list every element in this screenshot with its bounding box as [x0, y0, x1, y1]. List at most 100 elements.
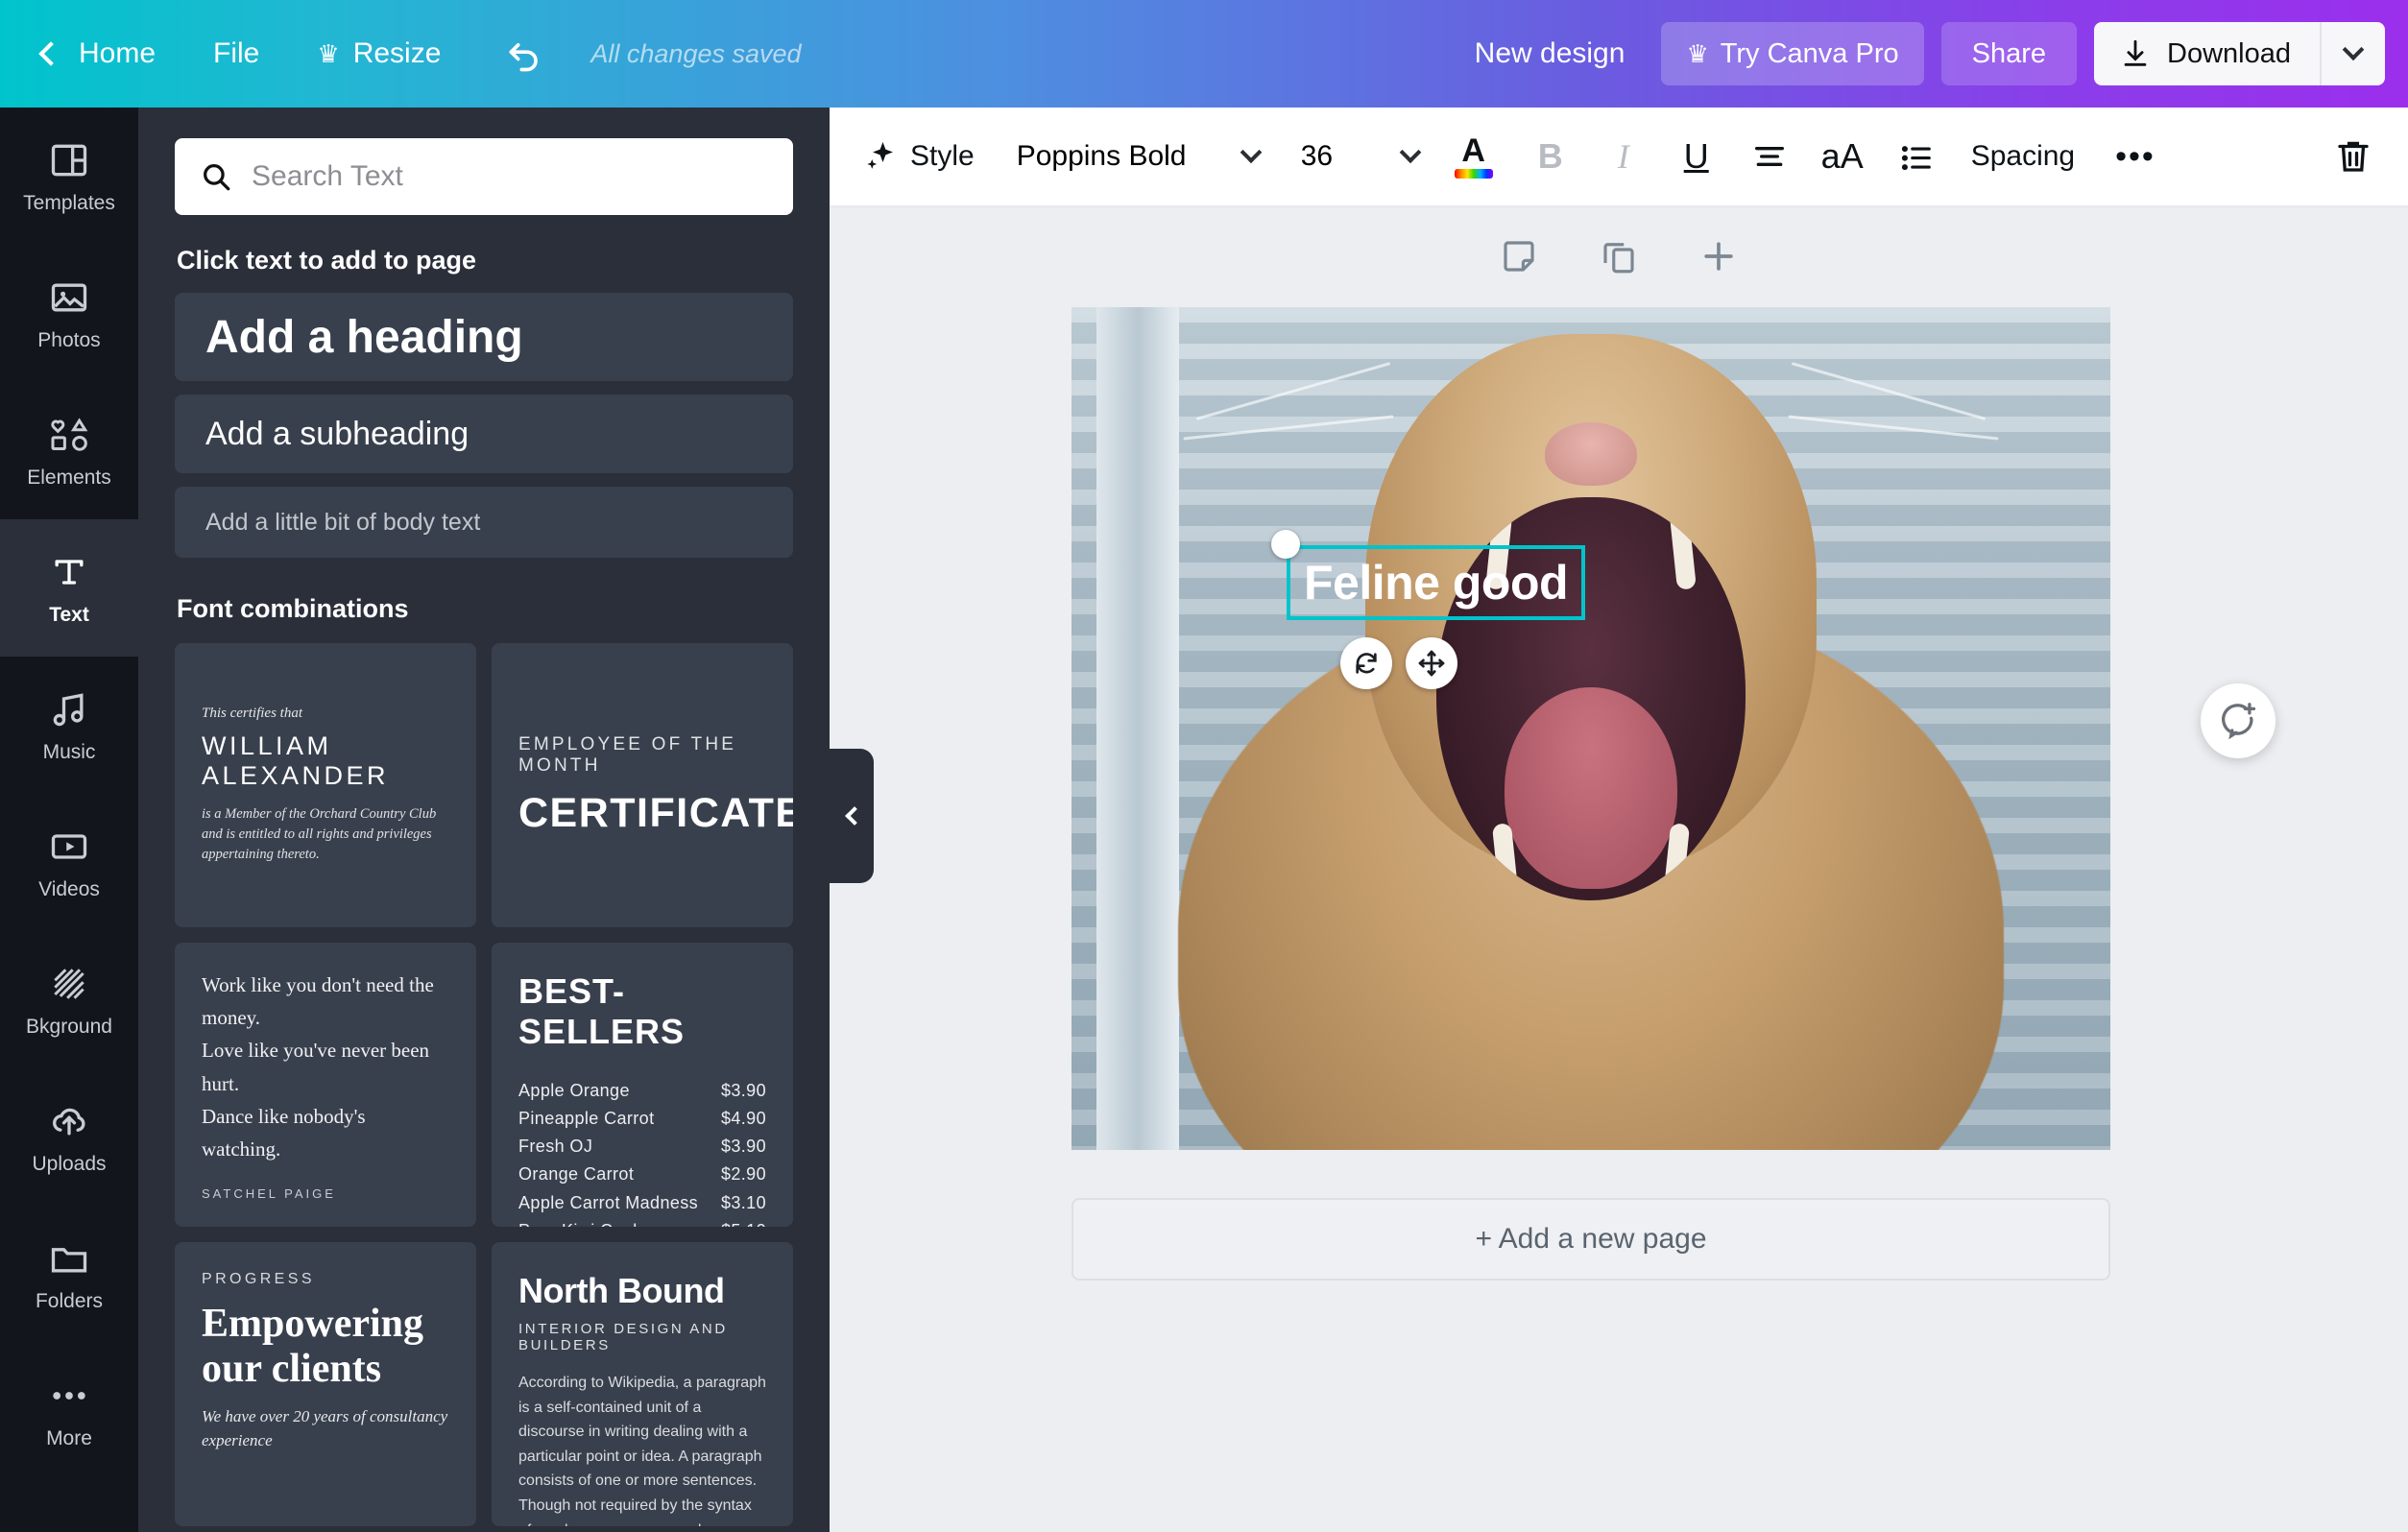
sidebar-item-music[interactable]: Music [0, 657, 138, 794]
menu-row: Apple Orange $3.90 [518, 1077, 766, 1105]
chevron-down-icon [2342, 38, 2365, 61]
selected-text-element[interactable]: Feline good [1271, 530, 1586, 689]
top-bar-left-group: Home File ♛ Resize All changes saved [0, 0, 802, 108]
font-combinations-title: Font combinations [177, 594, 409, 623]
menu-row: Pineapple Carrot $4.90 [518, 1105, 766, 1133]
top-bar: Home File ♛ Resize All changes saved New… [0, 0, 2408, 108]
more-options-button[interactable]: ••• [2094, 138, 2177, 176]
sidebar-label-elements: Elements [27, 466, 111, 489]
combo-line-3: is a Member of the Orchard Country Club … [202, 805, 437, 862]
font-combo-north-bound[interactable]: North Bound INTERIOR DESIGN AND BUILDERS… [492, 1242, 793, 1526]
music-icon [48, 687, 90, 731]
sparkle-icon [867, 142, 893, 169]
font-combo-certificate-membership[interactable]: This certifies that WILLIAM ALEXANDER is… [175, 643, 476, 927]
add-new-page-button[interactable]: + Add a new page [1072, 1198, 2110, 1281]
combo-title: North Bound [518, 1271, 725, 1310]
collapse-panel-button[interactable] [830, 749, 874, 883]
sidebar-label-text: Text [49, 603, 89, 626]
resize-handle-top-left[interactable] [1271, 530, 1300, 559]
sidebar-item-videos[interactable]: Videos [0, 794, 138, 931]
design-page[interactable]: Feline good [1072, 307, 2110, 1150]
font-combo-satchel-paige-quote[interactable]: Work like you don't need the money. Love… [175, 943, 476, 1227]
undo-button[interactable] [470, 33, 581, 75]
italic-button[interactable]: I [1587, 107, 1660, 206]
menu-item-price: $3.90 [720, 1081, 766, 1100]
rotate-button[interactable] [1340, 637, 1392, 689]
search-icon [204, 164, 230, 191]
selection-bounding-box[interactable]: Feline good [1287, 545, 1586, 620]
combo-attribution: SATCHEL PAIGE [202, 1185, 336, 1201]
font-family-value: Poppins Bold [1016, 140, 1187, 172]
menu-item-price: $2.90 [720, 1164, 766, 1185]
home-button[interactable]: Home [0, 0, 184, 108]
add-comment-button[interactable] [2201, 683, 2276, 758]
style-button[interactable]: Style [830, 139, 992, 174]
resize-button[interactable]: ♛ Resize [288, 0, 470, 108]
combo-subtitle: INTERIOR DESIGN AND BUILDERS [518, 1321, 728, 1353]
font-combo-best-sellers-menu[interactable]: BEST-SELLERS Apple Orange $3.90 Pineappl… [492, 943, 793, 1227]
duplicate-page-button[interactable] [1591, 228, 1647, 284]
list-button[interactable] [1879, 107, 1952, 206]
share-button[interactable]: Share [1940, 22, 2078, 85]
bold-button[interactable]: B [1514, 107, 1587, 206]
menu-item-name: Orange Carrot [518, 1164, 635, 1185]
font-size-select[interactable]: 36 [1280, 140, 1433, 173]
page-action-bar [830, 228, 2408, 284]
share-label: Share [1971, 37, 2047, 69]
menu-item-name: Apple Carrot Madness [518, 1192, 699, 1212]
file-menu-button[interactable]: File [184, 0, 288, 108]
delete-button[interactable] [2333, 136, 2373, 177]
font-combo-progress-empowering[interactable]: PROGRESS Empowering our clients We have … [175, 1242, 476, 1526]
sidebar-item-folders[interactable]: Folders [0, 1206, 138, 1343]
menu-item-price: $3.10 [720, 1192, 766, 1212]
combo-eyebrow: PROGRESS [202, 1271, 315, 1287]
download-button[interactable]: Download [2094, 22, 2320, 85]
font-combo-employee-of-the-month[interactable]: EMPLOYEE OF THE MONTH CERTIFICATE [492, 643, 793, 927]
notes-button[interactable] [1491, 228, 1547, 284]
save-status: All changes saved [590, 38, 802, 68]
search-input[interactable] [252, 160, 768, 193]
spacing-button[interactable]: Spacing [1952, 140, 2094, 173]
sidebar-item-templates[interactable]: Templates [0, 108, 138, 245]
underline-button[interactable]: U [1660, 107, 1733, 206]
sidebar-item-photos[interactable]: Photos [0, 245, 138, 382]
home-label: Home [79, 37, 157, 69]
underline-label: U [1683, 136, 1709, 176]
download-group: Download [2094, 22, 2385, 85]
photos-icon [48, 275, 90, 320]
text-align-button[interactable] [1733, 107, 1806, 206]
move-icon [1418, 650, 1445, 677]
font-combinations-grid: This certifies that WILLIAM ALEXANDER is… [175, 643, 793, 1526]
sidebar-item-background[interactable]: Bkground [0, 931, 138, 1068]
post-decoration [1096, 307, 1179, 1150]
sidebar-item-uploads[interactable]: Uploads [0, 1068, 138, 1206]
cat-nose-shape [1545, 422, 1637, 486]
text-color-button[interactable]: A [1433, 107, 1514, 206]
add-heading-button[interactable]: Add a heading [175, 293, 793, 381]
add-page-button[interactable] [1691, 228, 1746, 284]
sidebar-item-elements[interactable]: Elements [0, 382, 138, 519]
add-body-text-button[interactable]: Add a little bit of body text [175, 487, 793, 558]
try-canva-pro-button[interactable]: ♛ Try Canva Pro [1661, 22, 1924, 85]
download-options-button[interactable] [2320, 22, 2385, 85]
combo-body: We have over 20 years of consultancy exp… [202, 1407, 448, 1449]
add-text-section-title: Click text to add to page [177, 246, 477, 275]
sidebar-item-text[interactable]: Text [0, 519, 138, 657]
sidebar-label-photos: Photos [37, 328, 101, 351]
font-family-select[interactable]: Poppins Bold [992, 140, 1280, 173]
move-button[interactable] [1406, 637, 1457, 689]
search-box[interactable] [175, 138, 793, 215]
add-page-icon [1704, 242, 1733, 271]
combo-title-line-1: Empowering [202, 1302, 423, 1346]
font-size-value: 36 [1300, 140, 1334, 172]
letter-case-button[interactable]: aA [1806, 107, 1879, 206]
combo-line-2: CERTIFICATE [518, 789, 793, 836]
new-design-button[interactable]: New design [1438, 37, 1662, 70]
element-quick-actions [1340, 637, 1457, 689]
menu-row: Pear Kiwi Cooler $5.10 [518, 1217, 766, 1227]
sidebar-item-more[interactable]: More [0, 1343, 138, 1480]
add-comment-icon [2222, 703, 2256, 740]
add-subheading-button[interactable]: Add a subheading [175, 395, 793, 473]
canvas-area: Feline good + Add a new page [830, 207, 2408, 1532]
add-subheading-label: Add a subheading [205, 415, 470, 452]
